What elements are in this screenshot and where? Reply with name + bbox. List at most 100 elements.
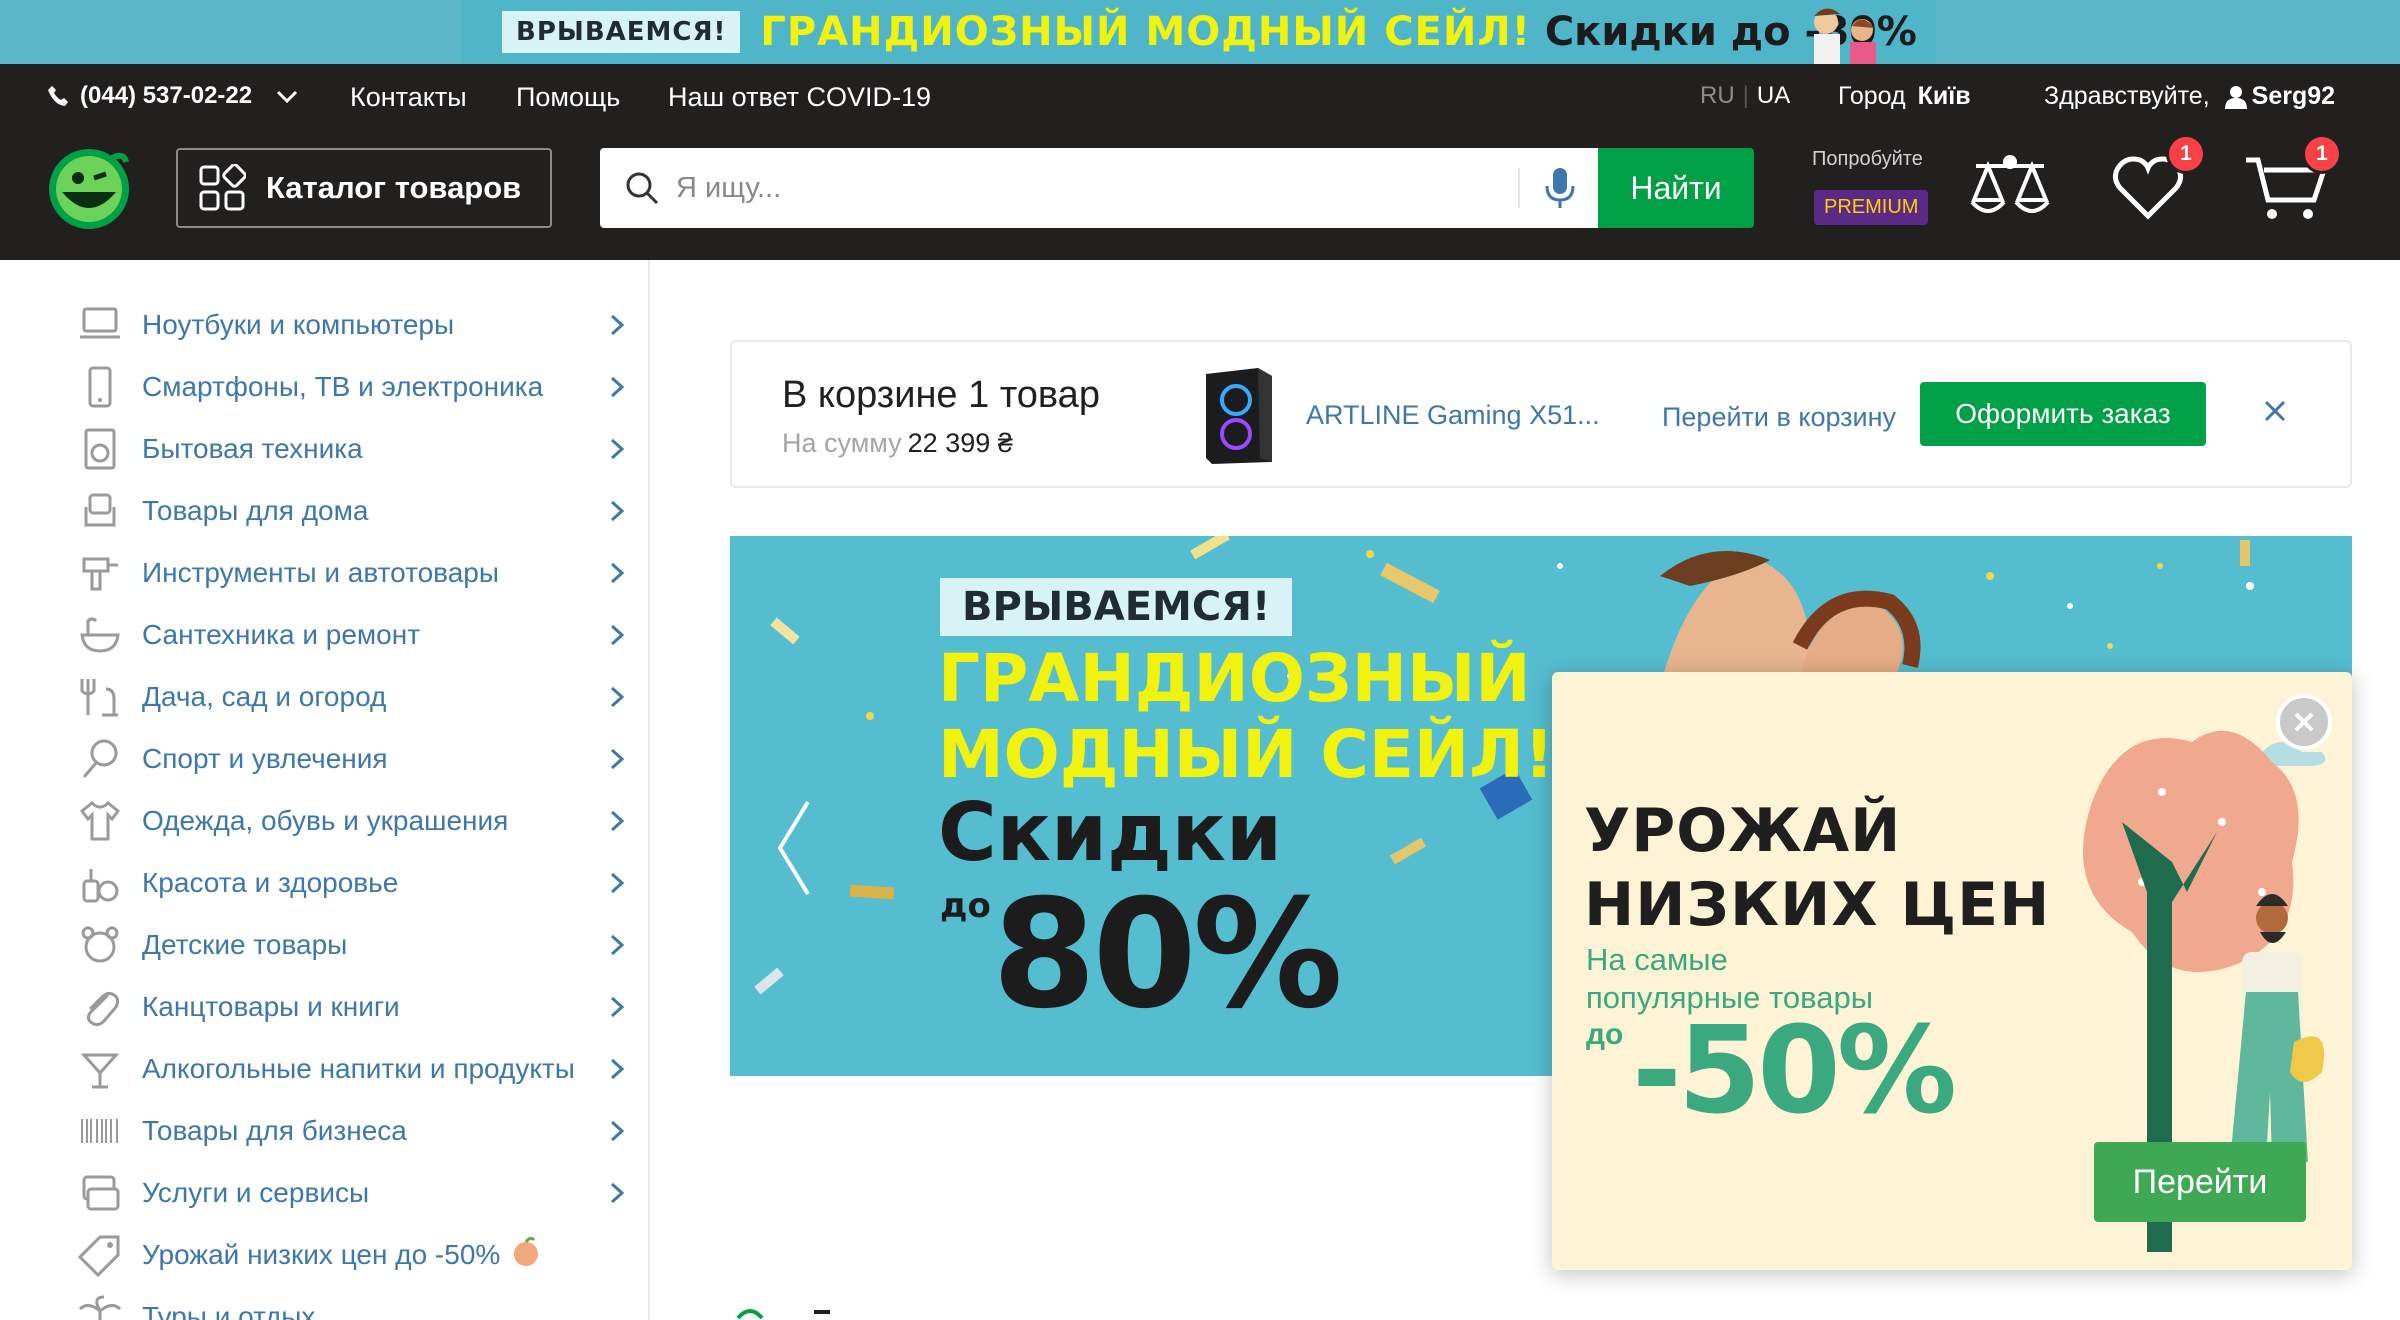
sidebar-item-label: Одежда, обувь и украшения bbox=[142, 805, 509, 836]
cart-notice-title: В корзине 1 товар bbox=[782, 374, 1100, 416]
checkout-button[interactable]: Оформить заказ bbox=[1920, 382, 2206, 446]
cart-notice: В корзине 1 товар На сумму 22 399 ₴ ARTLI… bbox=[730, 340, 2352, 488]
sidebar-item[interactable]: Детские товары bbox=[78, 914, 628, 976]
phone-dropdown[interactable]: (044) 537-02-22 bbox=[46, 82, 300, 110]
nav-link-help[interactable]: Помощь bbox=[516, 82, 620, 113]
user-name: Serg92 bbox=[2251, 82, 2336, 110]
sidebar-item-label: Спорт и увлечения bbox=[142, 743, 388, 774]
sidebar-item[interactable]: Красота и здоровье bbox=[78, 852, 628, 914]
laptop-icon bbox=[78, 303, 122, 347]
microphone-icon[interactable] bbox=[1540, 166, 1580, 210]
premium-try-label: Попробуйте bbox=[1812, 148, 1923, 170]
promo-sale-text: ГРАНДИОЗНЫЙ МОДНЫЙ СЕЙЛ! bbox=[760, 9, 1531, 55]
sidebar-item-label: Ноутбуки и компьютеры bbox=[142, 309, 455, 340]
promo-popup: УРОЖАЙ НИЗКИХ ЦЕН На самые популярные то… bbox=[1552, 672, 2352, 1270]
racket-icon bbox=[78, 737, 122, 781]
nav-link-contacts[interactable]: Контакты bbox=[350, 82, 467, 113]
sidebar-item-label: Канцтовары и книги bbox=[142, 991, 400, 1022]
chevron-down-icon bbox=[277, 90, 298, 104]
search-divider bbox=[1518, 168, 1520, 208]
wishlist-count-badge: 1 bbox=[2166, 134, 2206, 174]
city-selector[interactable]: Город Київ bbox=[1838, 82, 1971, 111]
sidebar-item-label: Смартфоны, ТВ и электроника bbox=[142, 371, 544, 402]
popup-go-button[interactable]: Перейти bbox=[2094, 1142, 2306, 1222]
chevron-right-icon bbox=[606, 870, 628, 903]
cart-product-link[interactable]: ARTLINE Gaming X51... bbox=[1306, 400, 1600, 431]
sidebar-item[interactable]: Дача, сад и огород bbox=[78, 666, 628, 728]
chevron-right-icon bbox=[606, 1118, 628, 1151]
catalog-grid-icon bbox=[199, 164, 246, 211]
promo-tag: ВРЫВАЕМСЯ! bbox=[502, 11, 741, 53]
promo-strip[interactable]: ВРЫВАЕМСЯ! ГРАНДИОЗНЫЙ МОДНЫЙ СЕЙЛ! Скид… bbox=[0, 0, 2400, 64]
search-button[interactable]: Найти bbox=[1598, 148, 1754, 228]
category-sidebar: Ноутбуки и компьютеры Смартфоны, ТВ и эле… bbox=[0, 260, 650, 1320]
popup-close-button[interactable] bbox=[2276, 694, 2332, 750]
sidebar-item-label: Бытовая техника bbox=[142, 433, 363, 464]
sidebar-item-label: Сантехника и ремонт bbox=[142, 619, 421, 650]
close-icon[interactable] bbox=[2260, 396, 2290, 426]
lang-ua[interactable]: UA bbox=[1757, 82, 1790, 109]
chevron-right-icon bbox=[606, 498, 628, 531]
chevron-right-icon bbox=[606, 684, 628, 717]
popup-subtitle-1: На самые bbox=[1586, 942, 1728, 977]
sidebar-item[interactable]: Смартфоны, ТВ и электроника bbox=[78, 356, 628, 418]
sidebar-item-label: Детские товары bbox=[142, 929, 348, 960]
sidebar-item[interactable]: Товары для дома bbox=[78, 480, 628, 542]
premium-badge[interactable]: PREMIUM bbox=[1814, 190, 1929, 225]
sidebar-item-label: Алкогольные напитки и продукты bbox=[142, 1053, 575, 1084]
sidebar-item[interactable]: Туры и отдых bbox=[78, 1286, 628, 1320]
garden-icon bbox=[78, 675, 122, 719]
paperclip-icon bbox=[78, 985, 122, 1029]
banner-line-2: МОДНЫЙ СЕЙЛ! bbox=[938, 716, 1555, 793]
chevron-right-icon bbox=[606, 808, 628, 841]
banner-do: до bbox=[940, 886, 991, 926]
city-label: Город bbox=[1838, 82, 1906, 110]
catalog-button[interactable]: Каталог товаров bbox=[176, 148, 552, 228]
cart-sum-label: На сумму bbox=[782, 428, 902, 458]
chevron-right-icon bbox=[606, 622, 628, 655]
armchair-icon bbox=[78, 489, 122, 533]
banner-percent: 80% bbox=[992, 868, 1343, 1042]
compare-scales-icon[interactable] bbox=[1968, 152, 2052, 222]
chevron-right-icon bbox=[606, 746, 628, 779]
chevron-right-icon bbox=[606, 374, 628, 407]
logo-icon[interactable] bbox=[48, 148, 130, 230]
tshirt-icon bbox=[78, 799, 122, 843]
promo-people-image bbox=[1814, 8, 1876, 64]
close-icon bbox=[2294, 712, 2314, 732]
sidebar-item[interactable]: Алкогольные напитки и продукты bbox=[78, 1038, 628, 1100]
sidebar-item[interactable]: Инструменты и автотовары bbox=[78, 542, 628, 604]
sidebar-item[interactable]: Сантехника и ремонт bbox=[78, 604, 628, 666]
sidebar-item[interactable]: Урожай низких цен до -50% bbox=[78, 1224, 628, 1286]
sidebar-item[interactable]: Канцтовары и книги bbox=[78, 976, 628, 1038]
washer-icon bbox=[78, 427, 122, 471]
cocktail-icon bbox=[78, 1047, 122, 1091]
sidebar-item[interactable]: Бытовая техника bbox=[78, 418, 628, 480]
chevron-right-icon bbox=[606, 994, 628, 1027]
user-greeting[interactable]: Здравствуйте, Serg92 bbox=[2044, 82, 2335, 111]
carousel-prev-arrow-icon[interactable] bbox=[774, 798, 814, 898]
chevron-right-icon bbox=[606, 560, 628, 593]
pc-case-thumbnail[interactable] bbox=[1198, 366, 1278, 466]
chevron-right-icon bbox=[606, 436, 628, 469]
chevron-right-icon bbox=[606, 1056, 628, 1089]
sidebar-item[interactable]: Товары для бизнеса bbox=[78, 1100, 628, 1162]
phone-icon bbox=[48, 86, 68, 106]
cart-count-badge: 1 bbox=[2302, 134, 2342, 174]
sidebar-item[interactable]: Спорт и увлечения bbox=[78, 728, 628, 790]
sidebar-item[interactable]: Ноутбуки и компьютеры bbox=[78, 294, 628, 356]
nav-link-covid[interactable]: Наш ответ COVID-19 bbox=[668, 82, 931, 113]
chevron-right-icon bbox=[606, 1180, 628, 1213]
user-icon bbox=[2224, 85, 2247, 109]
lang-ru[interactable]: RU bbox=[1700, 82, 1735, 109]
palm-icon bbox=[78, 1295, 122, 1320]
bathtub-icon bbox=[78, 613, 122, 657]
phone-number: (044) 537-02-22 bbox=[80, 82, 253, 109]
header-topline: (044) 537-02-22 Контакты Помощь Наш отве… bbox=[0, 64, 2400, 134]
city-name: Київ bbox=[1917, 82, 1971, 110]
promo-banner[interactable]: ВРЫВАЕМСЯ! ГРАНДИОЗНЫЙ МОДНЫЙ СЕЙЛ! Скид… bbox=[462, 0, 1936, 64]
sidebar-item[interactable]: Услуги и сервисы bbox=[78, 1162, 628, 1224]
sidebar-item[interactable]: Одежда, обувь и украшения bbox=[78, 790, 628, 852]
goto-cart-link[interactable]: Перейти в корзину bbox=[1662, 402, 1896, 433]
search-input[interactable] bbox=[676, 171, 1476, 205]
